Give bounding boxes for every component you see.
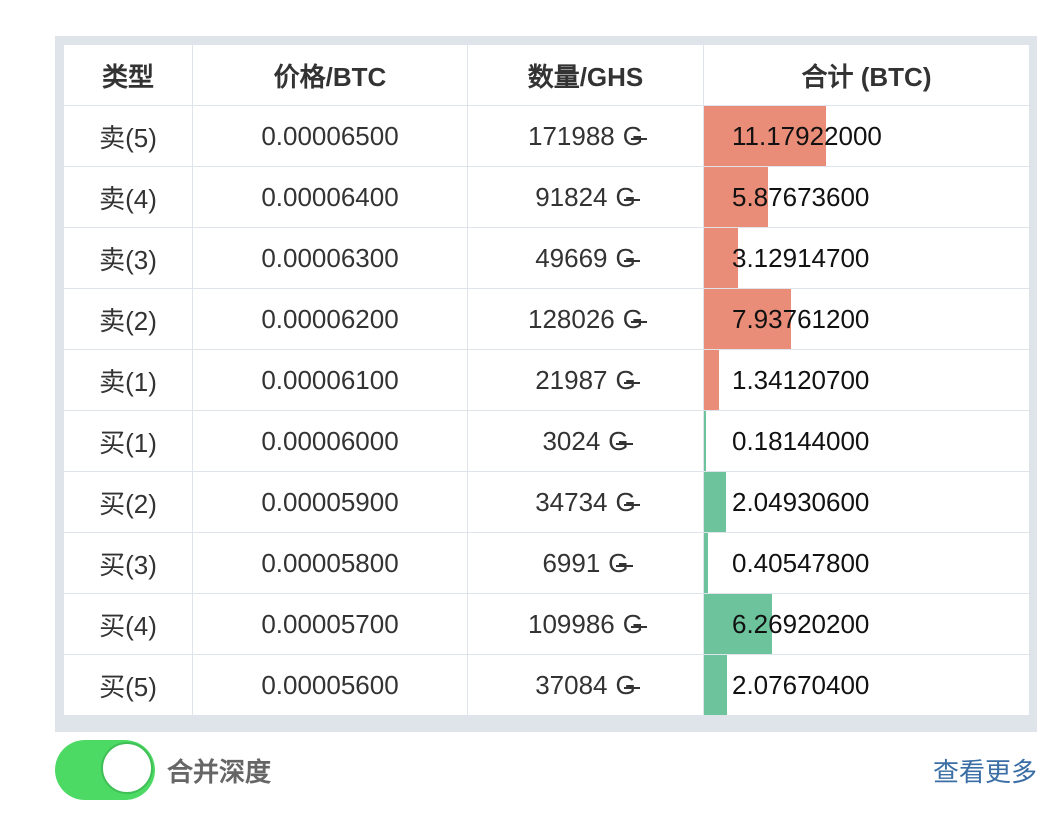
order-amount: 6991: [542, 547, 601, 578]
order-amount-cell: 109986 G: [467, 593, 704, 655]
ghs-unit-icon: G: [622, 120, 648, 151]
order-amount: 34734: [535, 486, 608, 517]
order-amount: 3024: [542, 425, 601, 456]
ghs-unit-icon: G: [615, 181, 641, 212]
order-row-sell[interactable]: 卖(4) 0.00006400 91824 G 5.87673600: [63, 166, 1030, 228]
order-amount-cell: 21987 G: [467, 349, 704, 411]
order-price: 0.00006400: [192, 166, 468, 228]
order-book-table: 类型 价格/BTC 数量/GHS 合计 (BTC) 卖(5) 0.00006500…: [63, 44, 1030, 716]
ghs-unit-icon: G: [622, 303, 648, 334]
order-amount-cell: 34734 G: [467, 471, 704, 533]
order-price: 0.00006100: [192, 349, 468, 411]
order-amount-cell: 91824 G: [467, 166, 704, 228]
order-total: 11.17922000: [732, 120, 882, 151]
header-price: 价格/BTC: [192, 44, 468, 106]
order-row-sell[interactable]: 卖(1) 0.00006100 21987 G 1.34120700: [63, 349, 1030, 411]
order-price: 0.00006300: [192, 227, 468, 289]
merge-depth-toggle[interactable]: [55, 740, 155, 800]
ghs-unit-icon: G: [622, 608, 648, 639]
ghs-unit-icon: G: [615, 364, 641, 395]
order-price: 0.00006200: [192, 288, 468, 350]
order-total: 5.87673600: [732, 181, 870, 212]
footer-bar: 合并深度 查看更多: [55, 740, 1037, 800]
order-total: 6.26920200: [732, 608, 870, 639]
order-type: 买(5): [63, 654, 193, 716]
order-total-cell: 0.40547800: [703, 532, 1030, 594]
order-total-cell: 1.34120700: [703, 349, 1030, 411]
table-header-row: 类型 价格/BTC 数量/GHS 合计 (BTC): [63, 44, 1030, 106]
order-price: 0.00005900: [192, 471, 468, 533]
order-row-buy[interactable]: 买(1) 0.00006000 3024 G 0.18144000: [63, 410, 1030, 472]
order-price: 0.00005700: [192, 593, 468, 655]
toggle-knob: [101, 742, 153, 794]
order-total-cell: 2.04930600: [703, 471, 1030, 533]
order-total-cell: 11.17922000: [703, 105, 1030, 167]
order-total-cell: 0.18144000: [703, 410, 1030, 472]
order-type: 买(3): [63, 532, 193, 594]
order-price: 0.00005600: [192, 654, 468, 716]
order-amount-cell: 6991 G: [467, 532, 704, 594]
header-amount: 数量/GHS: [467, 44, 704, 106]
order-total: 0.18144000: [732, 425, 870, 456]
order-row-buy[interactable]: 买(3) 0.00005800 6991 G 0.40547800: [63, 532, 1030, 594]
order-amount: 91824: [535, 181, 608, 212]
order-amount-cell: 3024 G: [467, 410, 704, 472]
order-amount-cell: 171988 G: [467, 105, 704, 167]
order-type: 卖(1): [63, 349, 193, 411]
order-amount: 171988: [528, 120, 615, 151]
order-amount-cell: 49669 G: [467, 227, 704, 289]
order-total: 2.07670400: [732, 669, 870, 700]
order-row-buy[interactable]: 买(5) 0.00005600 37084 G 2.07670400: [63, 654, 1030, 716]
order-type: 卖(5): [63, 105, 193, 167]
order-book-frame: 类型 价格/BTC 数量/GHS 合计 (BTC) 卖(5) 0.00006500…: [55, 36, 1037, 732]
order-total: 0.40547800: [732, 547, 870, 578]
order-amount-cell: 37084 G: [467, 654, 704, 716]
order-type: 卖(4): [63, 166, 193, 228]
order-price: 0.00006000: [192, 410, 468, 472]
order-price: 0.00005800: [192, 532, 468, 594]
view-more-link[interactable]: 查看更多: [933, 752, 1037, 789]
ghs-unit-icon: G: [615, 669, 641, 700]
order-type: 买(4): [63, 593, 193, 655]
order-type: 卖(2): [63, 288, 193, 350]
order-total-cell: 7.93761200: [703, 288, 1030, 350]
order-amount: 128026: [528, 303, 615, 334]
order-total: 2.04930600: [732, 486, 870, 517]
order-amount: 49669: [535, 242, 608, 273]
order-row-sell[interactable]: 卖(5) 0.00006500 171988 G 11.17922000: [63, 105, 1030, 167]
order-rows: 卖(5) 0.00006500 171988 G 11.17922000 卖(4) 0.00…: [63, 105, 1030, 716]
order-amount: 37084: [535, 669, 608, 700]
header-total: 合计 (BTC): [703, 44, 1030, 106]
order-total-cell: 6.26920200: [703, 593, 1030, 655]
order-row-buy[interactable]: 买(2) 0.00005900 34734 G 2.04930600: [63, 471, 1030, 533]
order-amount: 21987: [535, 364, 608, 395]
order-total: 3.12914700: [732, 242, 870, 273]
order-total-cell: 5.87673600: [703, 166, 1030, 228]
order-price: 0.00006500: [192, 105, 468, 167]
ghs-unit-icon: G: [615, 486, 641, 517]
order-row-buy[interactable]: 买(4) 0.00005700 109986 G 6.26920200: [63, 593, 1030, 655]
order-type: 买(1): [63, 410, 193, 472]
order-type: 卖(3): [63, 227, 193, 289]
order-row-sell[interactable]: 卖(2) 0.00006200 128026 G 7.93761200: [63, 288, 1030, 350]
ghs-unit-icon: G: [615, 242, 641, 273]
order-total-cell: 2.07670400: [703, 654, 1030, 716]
ghs-unit-icon: G: [608, 547, 633, 578]
order-total: 1.34120700: [732, 364, 870, 395]
order-type: 买(2): [63, 471, 193, 533]
header-type: 类型: [63, 44, 193, 106]
merge-depth-label: 合并深度: [167, 757, 272, 787]
ghs-unit-icon: G: [608, 425, 633, 456]
order-row-sell[interactable]: 卖(3) 0.00006300 49669 G 3.12914700: [63, 227, 1030, 289]
order-amount: 109986: [528, 608, 615, 639]
order-total: 7.93761200: [732, 303, 870, 334]
order-amount-cell: 128026 G: [467, 288, 704, 350]
order-total-cell: 3.12914700: [703, 227, 1030, 289]
